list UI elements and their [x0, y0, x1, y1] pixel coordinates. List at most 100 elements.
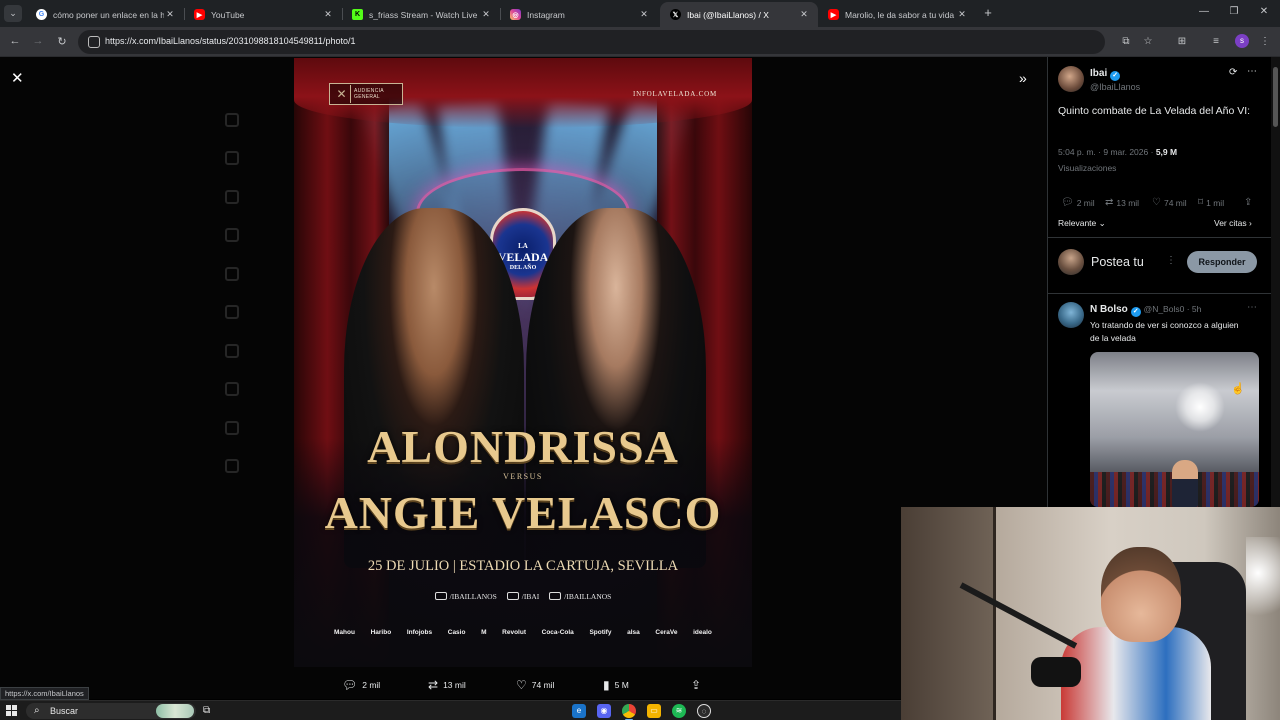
fighter-2-name: ANGIE VELASCO: [324, 487, 722, 538]
heart-icon: ♡: [516, 678, 527, 692]
view-quotes-link[interactable]: Ver citas ›: [1214, 218, 1252, 228]
files-icon[interactable]: ▭: [647, 704, 661, 718]
forward-icon[interactable]: →: [31, 35, 45, 47]
tweet-repost-button[interactable]: ⇄ 13 mil: [1105, 197, 1139, 208]
grok-icon[interactable]: ⟳: [1229, 67, 1237, 78]
site-info-icon[interactable]: [88, 36, 100, 48]
youtube-icon: ▶: [194, 9, 205, 20]
date-venue: 25 DE JULIO | ESTADIO LA CARTUJA, SEVILL…: [367, 558, 679, 574]
tab-title: Ibai (@IbaiLlanos) / X: [687, 9, 769, 20]
minimize-icon[interactable]: —: [1196, 6, 1212, 17]
stadium-light: [1175, 382, 1225, 432]
edge-icon[interactable]: e: [572, 704, 586, 718]
chrome-icon[interactable]: [622, 704, 636, 720]
youtube-handle: /IBAILLANOS: [434, 592, 497, 601]
ibai-avatar[interactable]: [1058, 66, 1084, 92]
obs-icon[interactable]: ◌: [697, 704, 711, 718]
taskbar-search[interactable]: ⌕ Buscar: [26, 703, 196, 719]
scroll-handle-icon[interactable]: ⋮: [1166, 255, 1176, 266]
tab-title: YouTube: [211, 9, 245, 20]
install-app-icon[interactable]: ⧉: [1119, 36, 1133, 47]
tab-google[interactable]: G cómo poner un enlace en la hi ✕: [26, 2, 184, 27]
task-view-icon[interactable]: ⧉: [203, 705, 210, 716]
reply-more-options-icon[interactable]: ⋯: [1247, 302, 1257, 313]
responder-button[interactable]: Responder: [1187, 251, 1257, 273]
media-control-icon[interactable]: ≡: [1209, 36, 1223, 47]
divider: [1047, 293, 1271, 294]
close-tab-icon[interactable]: ✕: [164, 9, 176, 20]
spotify-icon[interactable]: ≋: [672, 704, 686, 718]
tweet-timestamp: 5:04 p. m. · 9 mar. 2026 · 5,9 M: [1058, 147, 1178, 157]
menu-kebab-icon[interactable]: ⋮: [1258, 36, 1272, 47]
tweet-text: Quinto combate de La Velada del Año VI:: [1058, 105, 1251, 117]
bookmark-icon: ⌑: [1198, 197, 1204, 208]
tab-x-ibai[interactable]: 𝕏 Ibai (@IbaiLlanos) / X ✕: [660, 2, 818, 27]
room-light: [1246, 537, 1280, 627]
media-image-poster[interactable]: LA VELADA DEL AÑO ✕ AUDIENCIA GENERAL INFOL…: [294, 58, 752, 667]
tweet-author-name[interactable]: Ibai ✓: [1090, 68, 1121, 81]
reply-author-avatar[interactable]: [1058, 302, 1084, 328]
tweet-like-button[interactable]: ♡ 74 mil: [1152, 197, 1187, 208]
more-options-icon[interactable]: ⋯: [1247, 66, 1257, 77]
sponsor-revolut: Revolut: [502, 629, 526, 636]
expand-panel-icon[interactable]: »: [1019, 70, 1027, 86]
reply-text: Yo tratando de ver si conozco a alguien …: [1090, 320, 1239, 343]
sponsor-spotify: Spotify: [589, 629, 612, 636]
sort-relevante-dropdown[interactable]: Relevante ⌄: [1058, 218, 1106, 229]
back-icon[interactable]: ←: [8, 35, 22, 47]
search-highlight-image: [156, 704, 194, 718]
new-tab-button[interactable]: +: [981, 5, 995, 21]
media-like-button[interactable]: ♡ 74 mil: [516, 678, 554, 692]
tab-instagram[interactable]: ◎ Instagram ✕: [500, 2, 658, 27]
discord-icon[interactable]: ◉: [597, 704, 611, 718]
versus-label: VERSUS: [503, 472, 543, 481]
tab-search-button[interactable]: ⌄: [4, 5, 22, 22]
start-menu-icon[interactable]: [6, 705, 17, 716]
browser-tab-strip: ⌄ G cómo poner un enlace en la hi ✕ ▶ Yo…: [0, 0, 1280, 27]
close-tab-icon[interactable]: ✕: [956, 9, 968, 20]
tab-youtube[interactable]: ▶ YouTube ✕: [184, 2, 342, 27]
youtube-icon: [434, 592, 447, 600]
close-tab-icon[interactable]: ✕: [638, 9, 650, 20]
sponsor-logos: Mahou Haribo Infojobs Casio M Revolut Co…: [334, 629, 712, 636]
close-viewer-icon[interactable]: ✕: [11, 69, 24, 87]
media-reply-button[interactable]: 💬︎ 2 mil: [342, 678, 380, 692]
compose-reply-input[interactable]: Postea tu: [1091, 255, 1144, 269]
panel-scrollbar[interactable]: [1271, 57, 1280, 507]
reload-icon[interactable]: ↻: [55, 35, 69, 48]
close-tab-icon[interactable]: ✕: [322, 9, 334, 20]
streamer-head: [1101, 547, 1181, 642]
tweet-author-handle[interactable]: @IbaiLlanos: [1090, 82, 1140, 92]
fighter-1-name: ALONDRISSA: [367, 421, 679, 472]
my-avatar[interactable]: [1058, 249, 1084, 275]
share-icon: ⇪: [1244, 197, 1253, 208]
bookmark-star-icon[interactable]: ☆: [1141, 36, 1155, 47]
google-icon: G: [36, 9, 47, 20]
media-views-button[interactable]: ▮ 5 M: [603, 678, 629, 692]
tab-kick[interactable]: K s_friass Stream - Watch Live on ✕: [342, 2, 500, 27]
close-tab-icon[interactable]: ✕: [798, 9, 810, 20]
close-window-icon[interactable]: ✕: [1256, 6, 1272, 17]
close-tab-icon[interactable]: ✕: [480, 9, 492, 20]
x-icon: 𝕏: [670, 9, 681, 20]
rating-x-icon: ✕: [333, 85, 351, 103]
tweet-bookmark-button[interactable]: ⌑ 1 mil: [1198, 197, 1224, 208]
restore-icon[interactable]: ❐: [1226, 6, 1242, 17]
divider: [1047, 237, 1271, 238]
extensions-icon[interactable]: ⊞: [1175, 36, 1189, 47]
sponsor-mcdonalds: M: [481, 629, 487, 636]
tweet-reply-button[interactable]: 💬︎ 2 mil: [1061, 197, 1095, 208]
verified-badge-icon: ✓: [1130, 307, 1141, 317]
sponsor-haribo: Haribo: [370, 629, 392, 636]
media-repost-button[interactable]: ⇄ 13 mil: [428, 678, 466, 692]
views-label: Visualizaciones: [1058, 163, 1117, 173]
reply-author-name[interactable]: N Bolso ✓ @N_Bols0 · 5h: [1090, 304, 1201, 317]
profile-avatar[interactable]: s: [1235, 34, 1249, 48]
address-bar[interactable]: https://x.com/IbaiLlanos/status/20310988…: [78, 30, 1105, 54]
url-text[interactable]: https://x.com/IbaiLlanos/status/20310988…: [105, 36, 356, 46]
tweet-share-button[interactable]: ⇪: [1244, 197, 1255, 208]
media-share-button[interactable]: ⇪: [691, 678, 706, 692]
reply-media-image[interactable]: [1090, 352, 1259, 507]
scrollbar-thumb[interactable]: [1273, 67, 1278, 127]
tab-youtube-marolio[interactable]: ▶ Marolio, le da sabor a tu vida (p ✕: [818, 2, 976, 27]
